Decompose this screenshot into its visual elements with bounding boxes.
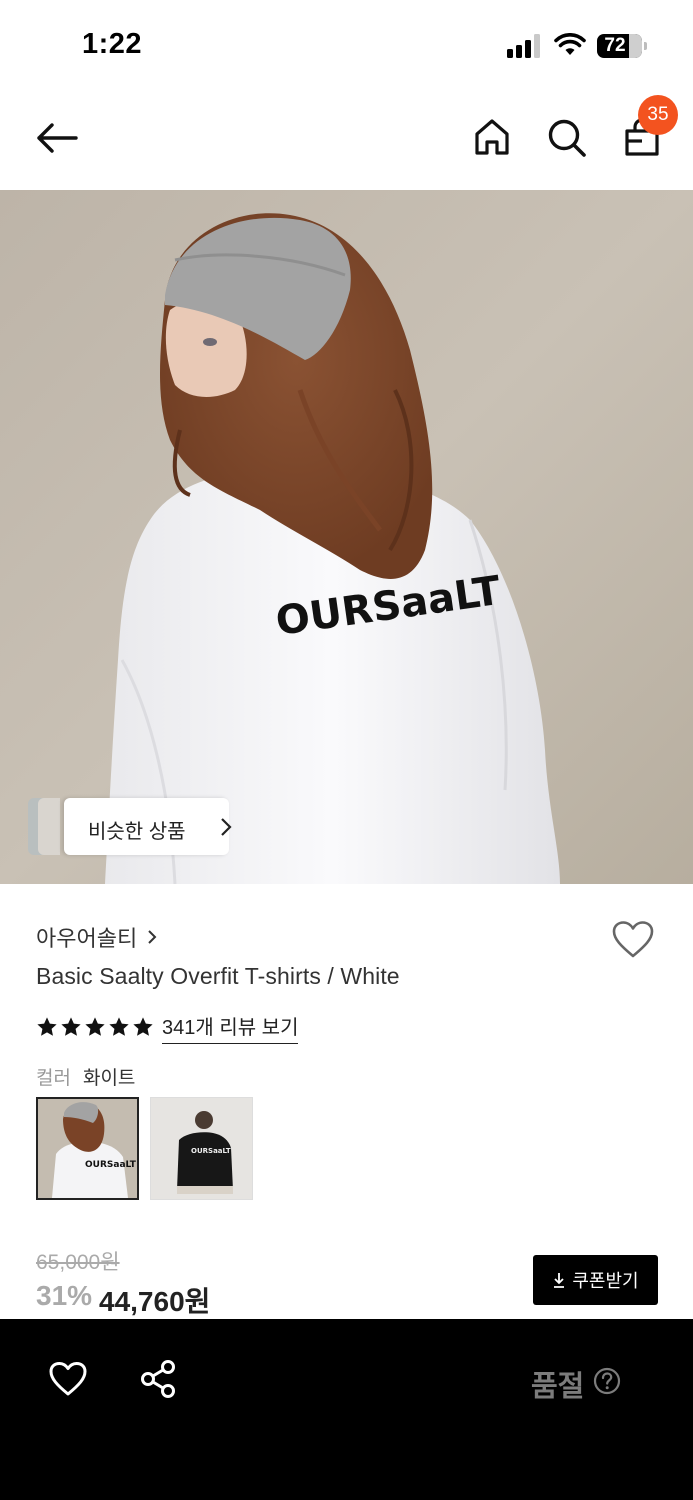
sold-out-status: 품절 <box>531 1371 585 1403</box>
similar-products-label: 비슷한 상품 <box>88 821 186 843</box>
share-icon[interactable] <box>139 1359 179 1399</box>
chevron-right-icon <box>148 930 157 944</box>
color-swatch-white[interactable]: OURSaaLT <box>36 1097 139 1200</box>
wifi-icon <box>554 33 586 55</box>
original-price: 65,000원 <box>36 1251 120 1274</box>
battery-percent: 72 <box>604 35 626 56</box>
search-icon[interactable] <box>546 117 588 159</box>
cart-count-badge: 35 <box>638 95 678 135</box>
product-hero-image[interactable]: OURSaaLT <box>0 190 693 884</box>
brand-link[interactable]: 아우어솔티 <box>36 921 157 953</box>
star-icon <box>37 1017 57 1036</box>
status-bar: 1:22 72 <box>0 0 693 90</box>
similar-products-button[interactable]: 비슷한 상품 <box>28 798 232 855</box>
color-label: 컬러 <box>36 1068 71 1089</box>
star-rating <box>36 1016 154 1038</box>
discount-rate: 31% <box>36 1280 93 1311</box>
download-icon <box>554 1273 565 1288</box>
rating-row: 341개 리뷰 보기 <box>36 1011 299 1044</box>
product-title: Basic Saalty Overfit T-shirts / White <box>36 963 400 989</box>
home-icon[interactable] <box>472 117 512 157</box>
heart-icon[interactable] <box>48 1361 88 1397</box>
status-time: 1:22 <box>82 28 143 60</box>
swatch-print: OURSaaLT <box>85 1160 137 1170</box>
coupon-label: 쿠폰받기 <box>572 1271 639 1291</box>
swatch-thumbnail: OURSaaLT <box>38 1099 137 1198</box>
star-icon <box>61 1017 81 1036</box>
question-circle-icon[interactable] <box>593 1367 621 1395</box>
wishlist-heart-icon[interactable] <box>611 920 655 960</box>
swatch-thumbnail: OURSaaLT <box>151 1098 252 1199</box>
similar-thumbnails <box>28 798 68 855</box>
chevron-right-icon <box>221 818 232 836</box>
color-row: 컬러 화이트 <box>36 1063 135 1090</box>
cellular-signal-icon <box>507 34 543 58</box>
product-photo: OURSaaLT <box>0 190 693 884</box>
star-icon <box>133 1017 153 1036</box>
color-swatch-black[interactable]: OURSaaLT <box>150 1097 253 1200</box>
battery-indicator: 72 <box>597 34 647 58</box>
top-navigation <box>0 90 693 190</box>
bottom-action-bar <box>0 1319 693 1500</box>
product-page: 1:22 72 35 OURSaaLT 비슷한 상품 아우어솔티 Basic S… <box>0 0 693 1500</box>
review-link[interactable]: 341개 리뷰 보기 <box>162 1011 299 1044</box>
arrow-left-icon[interactable] <box>34 120 80 156</box>
brand-name: 아우어솔티 <box>36 926 138 951</box>
coupon-button[interactable]: 쿠폰받기 <box>533 1255 658 1305</box>
sale-price: 44,760원 <box>99 1286 211 1317</box>
swatch-print: OURSaaLT <box>191 1147 231 1155</box>
color-value: 화이트 <box>82 1068 136 1089</box>
star-icon <box>109 1017 129 1036</box>
star-icon <box>85 1017 105 1036</box>
